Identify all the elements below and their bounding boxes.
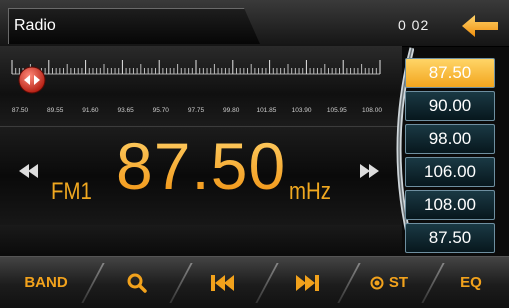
band-label: FM1 (51, 178, 92, 205)
preset-item[interactable]: 87.50 (405, 223, 495, 253)
info-strip (0, 225, 402, 253)
unit-label: mHz (289, 178, 331, 205)
scale-label: 95.70 (153, 107, 170, 114)
scale-label: 99.80 (223, 107, 240, 114)
rewind-icon (19, 164, 38, 178)
preset-item[interactable]: 90.00 (405, 91, 495, 121)
stereo-button-label: ST (388, 274, 409, 291)
preset-item[interactable]: 98.00 (405, 124, 495, 154)
band-button-label: BAND (24, 274, 68, 291)
header-bar: Radio 0 02 (0, 0, 509, 47)
tuner-slider-handle[interactable] (18, 66, 46, 94)
search-button[interactable] (102, 257, 172, 308)
preset-list: 87.50 90.00 98.00 106.00 108.00 87.50 (405, 58, 495, 253)
fast-forward-icon (360, 164, 379, 178)
back-arrow-icon (462, 15, 498, 37)
skip-previous-icon (211, 274, 234, 291)
seek-down-button[interactable] (16, 160, 42, 182)
clock: 0 02 (398, 17, 430, 33)
frequency-display: 87.50 (116, 129, 287, 203)
scale-label: 101.85 (256, 107, 276, 114)
eq-button[interactable]: EQ (440, 257, 502, 308)
previous-button[interactable] (188, 257, 258, 308)
tuner-scale[interactable]: 87.50 89.55 91.60 93.65 95.70 97.75 99.80 101.8… (0, 46, 402, 126)
skip-next-icon (296, 274, 319, 291)
search-icon (127, 273, 147, 293)
band-button[interactable]: BAND (6, 257, 86, 308)
scale-label: 103.90 (292, 107, 312, 114)
scale-label: 91.60 (82, 107, 99, 114)
scale-label: 97.75 (188, 107, 205, 114)
scale-label: 89.55 (47, 107, 64, 114)
seek-up-button[interactable] (356, 160, 382, 182)
scale-label: 93.65 (117, 107, 134, 114)
stereo-button[interactable]: ST (354, 257, 424, 308)
bottom-toolbar: BAND ST EQ (0, 256, 509, 308)
next-button[interactable] (272, 257, 342, 308)
back-button[interactable] (460, 12, 500, 40)
radio-dot-icon (370, 276, 384, 289)
preset-item[interactable]: 108.00 (405, 190, 495, 220)
page-title: Radio (14, 17, 56, 34)
eq-button-label: EQ (460, 274, 482, 291)
preset-item[interactable]: 87.50 (405, 58, 495, 88)
scale-label: 108.00 (362, 107, 382, 114)
preset-item[interactable]: 106.00 (405, 157, 495, 187)
tuner-knob-icon (18, 66, 46, 94)
scale-label: 105.95 (327, 107, 347, 114)
scale-label: 87.50 (12, 107, 29, 114)
